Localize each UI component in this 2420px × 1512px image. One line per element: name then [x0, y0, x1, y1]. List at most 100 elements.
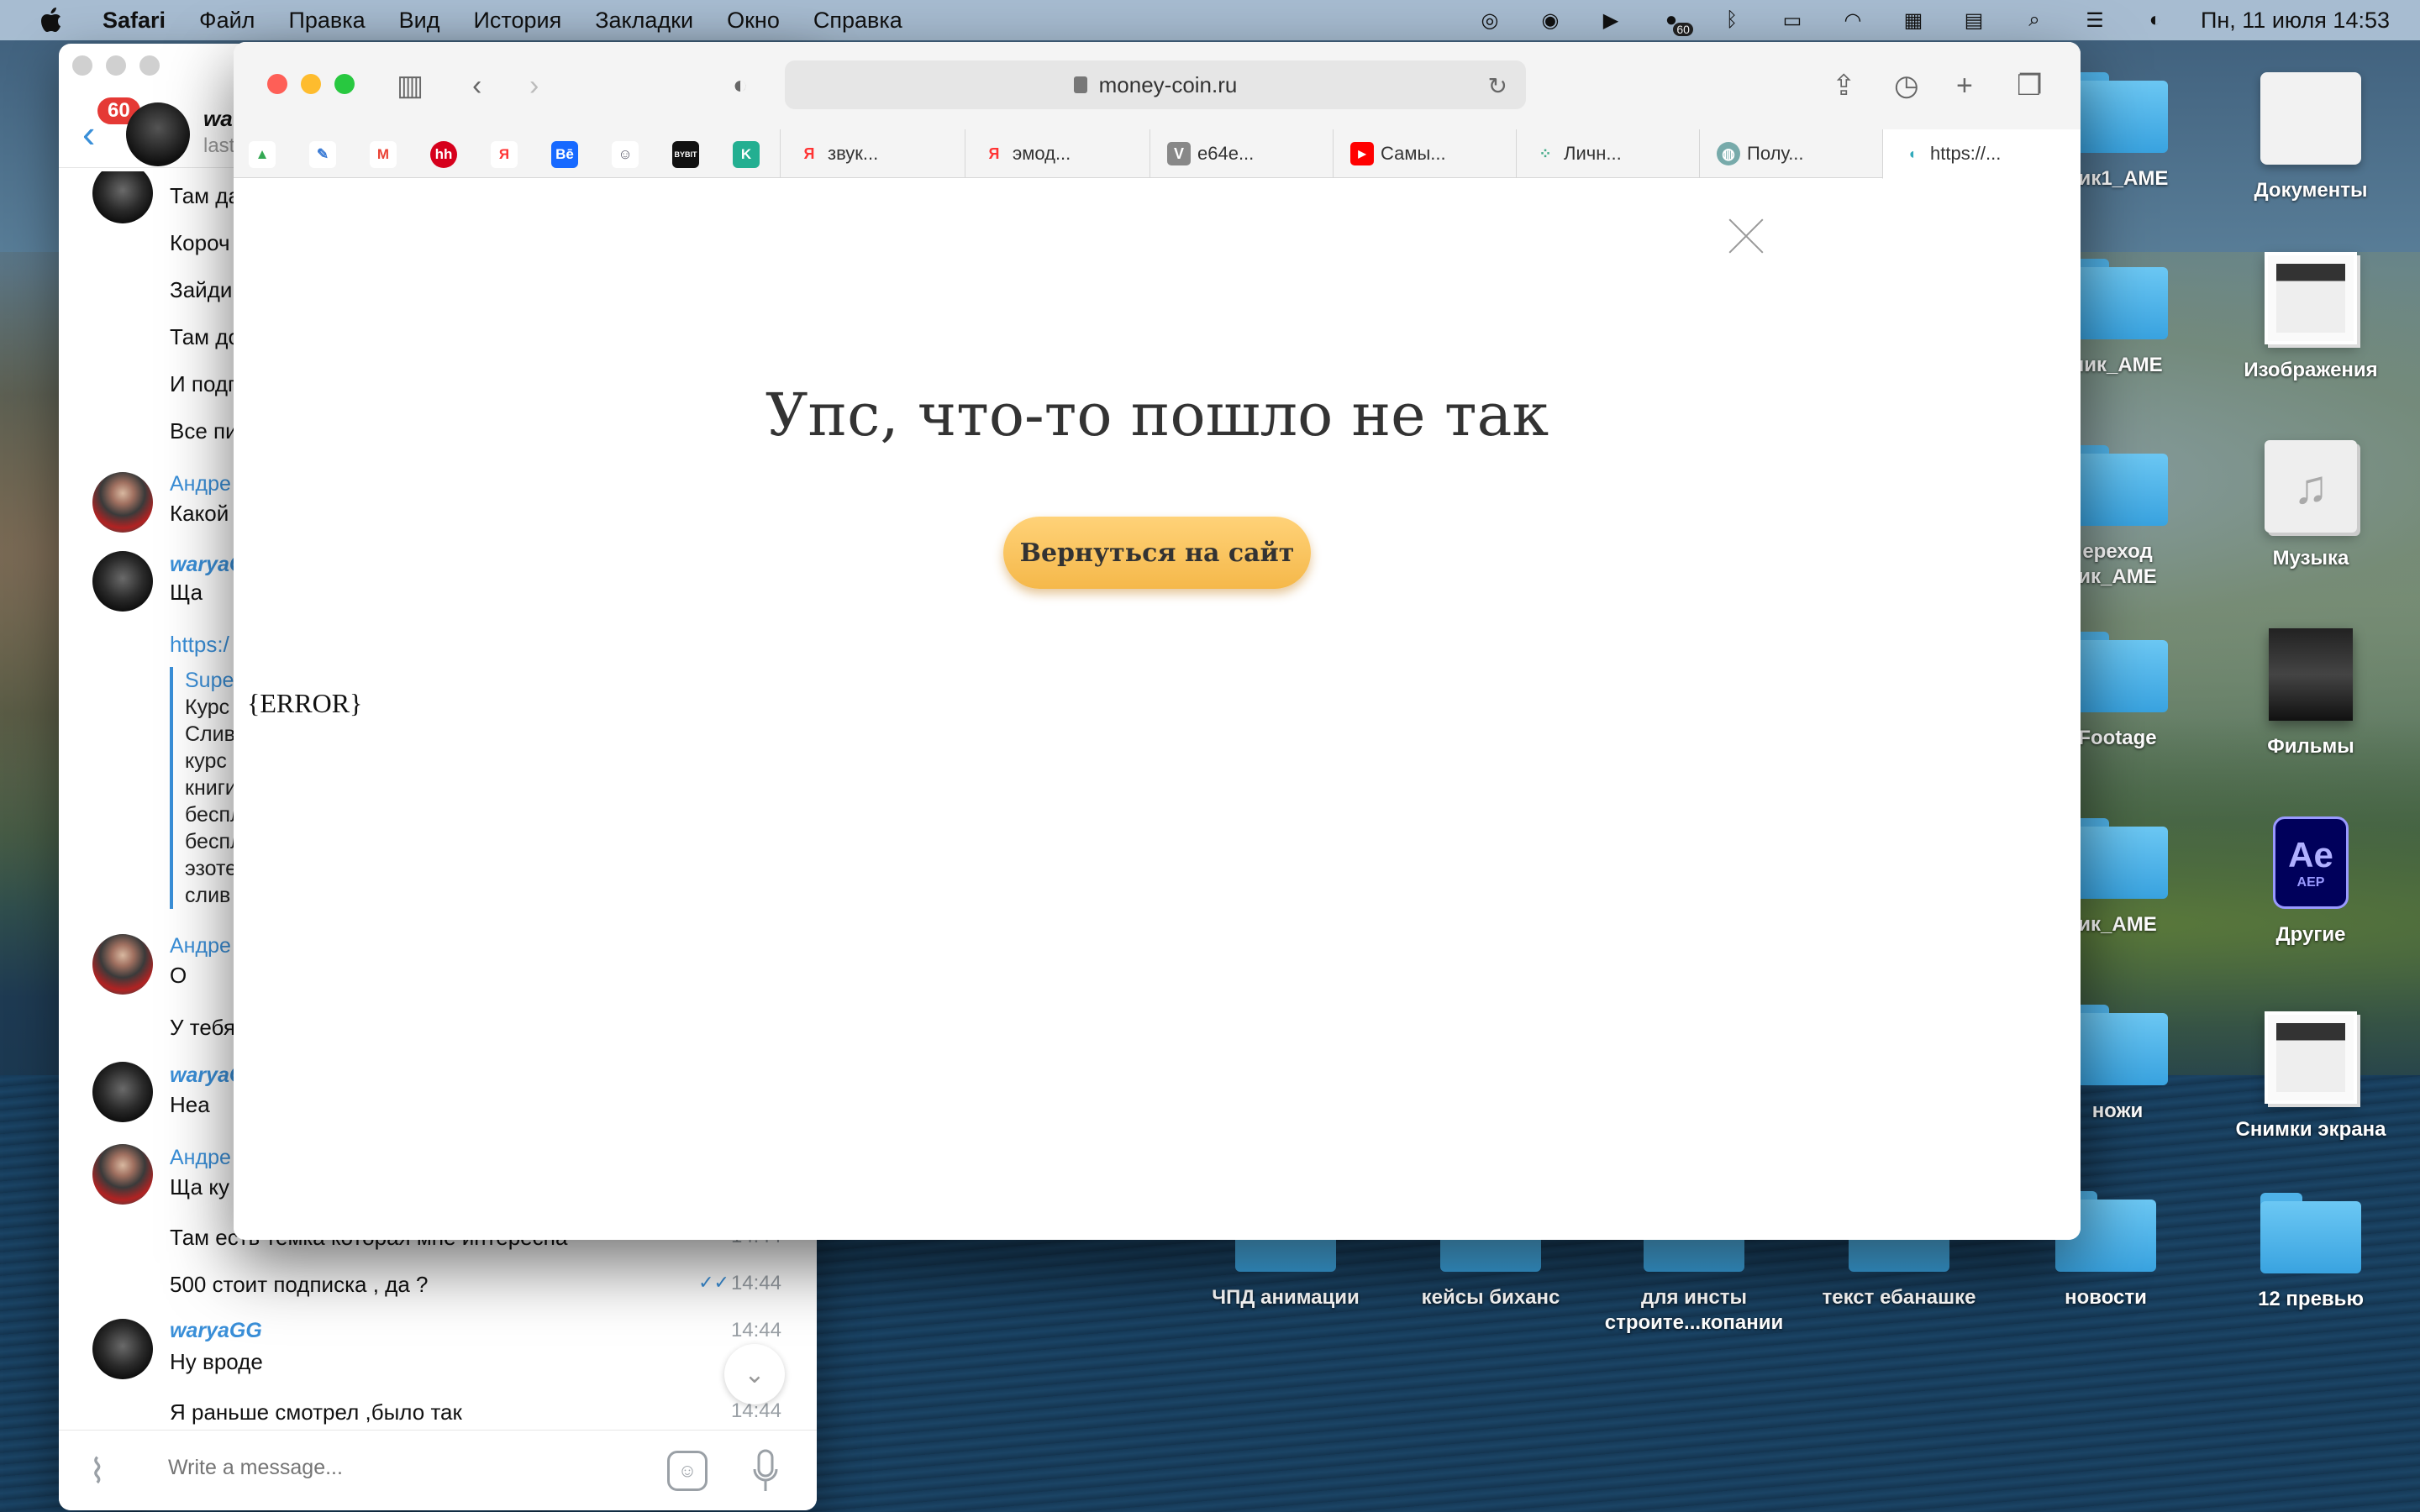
message-link[interactable]: https:/ — [170, 632, 229, 658]
kucoin-icon[interactable]: K — [733, 141, 760, 168]
yandex-icon: Я — [803, 144, 815, 162]
reload-icon[interactable]: ↻ — [1488, 72, 1507, 100]
desktop-item-other[interactable]: Ae AEP Другие — [2210, 816, 2412, 948]
tab-active-https[interactable]: ◖ https://... — [1882, 129, 2081, 179]
avatar[interactable] — [92, 472, 153, 533]
avatar[interactable] — [92, 171, 153, 223]
sticker-icon[interactable]: ☺ — [667, 1451, 708, 1491]
ghost-icon[interactable]: ☺ — [612, 141, 639, 168]
folder-icon — [2260, 1193, 2361, 1273]
history-clock-icon[interactable]: ◷ — [1894, 67, 1919, 104]
tab-youtube[interactable]: ▶ Самы... — [1333, 129, 1516, 178]
creative-cloud-icon[interactable]: ◎ — [1475, 8, 1505, 33]
tab-sound[interactable]: Я звук... — [780, 129, 965, 178]
menu-history[interactable]: История — [474, 8, 562, 34]
bluetooth-icon[interactable]: ᛒ — [1717, 8, 1747, 33]
menu-app-name[interactable]: Safari — [103, 8, 166, 34]
yandex-icon[interactable]: Я — [491, 141, 518, 168]
privacy-shield-icon[interactable]: ◐ — [733, 67, 748, 104]
message-sender[interactable]: waryaGG — [170, 1319, 262, 1343]
avatar[interactable] — [92, 934, 153, 995]
new-tab-plus-icon[interactable]: + — [1956, 67, 1973, 104]
message-input[interactable] — [168, 1456, 689, 1480]
attach-paperclip-icon[interactable]: ⌇ — [89, 1452, 106, 1491]
avatar[interactable] — [92, 1062, 153, 1122]
avatar[interactable] — [126, 102, 190, 166]
share-icon[interactable]: ⇪ — [1832, 67, 1856, 104]
utorrent-icon[interactable]: ◉ — [1535, 8, 1565, 33]
zoom-button[interactable] — [334, 74, 355, 94]
forward-chevron-icon[interactable]: › — [529, 67, 539, 104]
keyboard-icon[interactable]: ▦ — [1898, 8, 1928, 33]
safari-toolbar: ▥ ‹ › ◐ money-coin.ru ↻ ⇪ ◷ + ❐ — [234, 42, 2081, 129]
wrench-icon[interactable]: ✎ — [309, 141, 336, 168]
hh-icon[interactable]: hh — [430, 141, 457, 168]
menu-window[interactable]: Окно — [727, 8, 780, 34]
tab-receive[interactable]: ◍ Полу... — [1699, 129, 1882, 178]
menu-help[interactable]: Справка — [813, 8, 902, 34]
minimize-button[interactable] — [106, 55, 126, 76]
link-preview[interactable]: Supe Курс Слив курс книги беспл беспл эз… — [170, 667, 243, 909]
message-sender[interactable]: Андре — [170, 1146, 231, 1170]
message-text: Там да — [170, 183, 240, 208]
desktop-item-documents[interactable]: Документы — [2210, 72, 2412, 203]
folder-icon — [2067, 259, 2168, 339]
gmail-icon[interactable]: M — [370, 141, 397, 168]
desktop-item-music[interactable]: ♫ Музыка — [2210, 440, 2412, 571]
message-sender[interactable]: Андре — [170, 934, 231, 958]
desktop-item-previews[interactable]: 12 превью — [2210, 1193, 2412, 1312]
scroll-down-button[interactable]: ⌄ — [724, 1344, 785, 1404]
back-chevron-icon[interactable]: ‹ — [82, 111, 95, 156]
tab-overview-icon[interactable]: ❐ — [2017, 67, 2042, 104]
tab-label: Самы... — [1381, 143, 1446, 164]
desktop-item-label: для инсты строите...копании — [1604, 1286, 1784, 1334]
minimize-button[interactable] — [301, 74, 321, 94]
chat-title[interactable]: wa — [203, 106, 233, 132]
composer: ⌇ ☺ — [59, 1430, 817, 1510]
menu-bookmarks[interactable]: Закладки — [595, 8, 693, 34]
tab-e64e[interactable]: V e64e... — [1150, 129, 1333, 178]
siri-icon[interactable]: ◐ — [2140, 8, 2170, 33]
close-button[interactable] — [72, 55, 92, 76]
globe-icon: ◍ — [1717, 142, 1740, 165]
play-icon[interactable]: ▶ — [1596, 8, 1626, 33]
flag-icon[interactable]: ▤ — [1959, 8, 1989, 33]
yandex-icon: Я — [988, 144, 1000, 162]
menu-view[interactable]: Вид — [399, 8, 440, 34]
tab-emoji[interactable]: Я эмод... — [965, 129, 1150, 178]
microphone-icon[interactable] — [753, 1449, 778, 1493]
tab-personal[interactable]: ⁘ Личн... — [1516, 129, 1699, 178]
wifi-icon[interactable]: ◠ — [1838, 8, 1868, 33]
close-icon[interactable] — [1728, 218, 1765, 255]
desktop-item-label: кейсы биханс — [1421, 1286, 1560, 1309]
avatar[interactable] — [92, 1144, 153, 1205]
behance-icon[interactable]: Bē — [551, 141, 578, 168]
images-thumbnail — [2265, 252, 2357, 344]
message-text: 500 стоит подписка , да ? — [170, 1272, 429, 1297]
screenshots-thumbnail — [2265, 1011, 2357, 1104]
notifications-icon[interactable]: ● 60 — [1656, 8, 1693, 36]
address-bar[interactable]: money-coin.ru ↻ — [785, 60, 1526, 109]
back-chevron-icon[interactable]: ‹ — [472, 67, 481, 104]
apple-icon[interactable] — [37, 6, 66, 34]
folder-icon — [2067, 72, 2168, 153]
clock[interactable]: Пн, 11 июля 14:53 — [2201, 8, 2390, 34]
return-to-site-button[interactable]: Вернуться на сайт — [1003, 517, 1311, 589]
avatar[interactable] — [92, 551, 153, 612]
desktop-item-images[interactable]: Изображения — [2210, 252, 2412, 383]
menu-file[interactable]: Файл — [199, 8, 255, 34]
avatar[interactable] — [92, 1319, 153, 1379]
control-center-icon[interactable]: ☰ — [2080, 8, 2110, 33]
sidebar-toggle-icon[interactable]: ▥ — [397, 67, 424, 104]
zoom-button[interactable] — [139, 55, 160, 76]
search-icon[interactable]: ⌕ — [2019, 8, 2049, 33]
desktop-item-label: Документы — [2254, 179, 2368, 202]
close-button[interactable] — [267, 74, 287, 94]
desktop-item-movies[interactable]: Фильмы — [2210, 628, 2412, 759]
battery-icon[interactable]: ▭ — [1777, 8, 1807, 33]
desktop-item-screenshots[interactable]: Снимки экрана — [2210, 1011, 2412, 1142]
message-sender[interactable]: Андре — [170, 472, 231, 496]
menu-edit[interactable]: Правка — [288, 8, 365, 34]
bybit-icon[interactable]: BYBIT — [672, 141, 699, 168]
google-drive-icon[interactable]: ▲ — [249, 141, 276, 168]
